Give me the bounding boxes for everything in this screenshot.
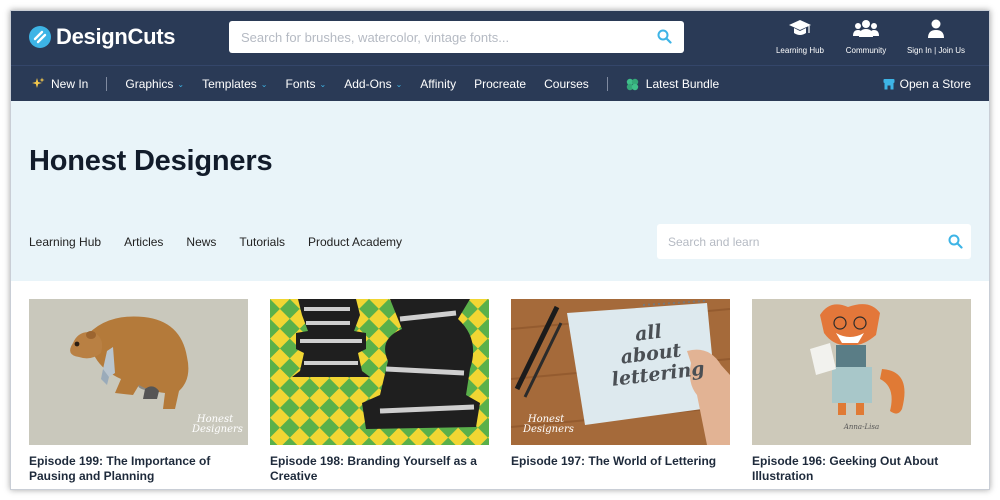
lettering-artwork-text: all about lettering: [610, 320, 706, 391]
header-icons: Learning Hub Community Sign In | Join Us: [767, 17, 973, 55]
episode-cards: Honest Designers Episode 199: The Import…: [29, 299, 971, 484]
subnav-news[interactable]: News: [186, 235, 216, 249]
learn-search-input[interactable]: [657, 224, 927, 259]
search-icon[interactable]: [657, 29, 672, 44]
episode-title[interactable]: Episode 199: The Importance of Pausing a…: [29, 454, 248, 484]
nav-divider: [106, 77, 108, 91]
nav-graphics-label: Graphics: [125, 77, 174, 91]
subnav-learning-hub[interactable]: Learning Hub: [29, 235, 101, 249]
fox-caption: Anna-Lisa: [843, 423, 880, 431]
episode-card[interactable]: all about lettering Honest Designers Epi…: [511, 299, 730, 484]
search-icon[interactable]: [948, 234, 963, 249]
nav-new-in[interactable]: New In: [31, 77, 88, 91]
browser-frame: DesignCuts Learning Hub: [10, 10, 990, 490]
nav-add-ons[interactable]: Add-Ons ⌄: [344, 77, 402, 91]
nav-affinity[interactable]: Affinity: [420, 77, 456, 91]
sub-nav: Learning Hub Articles News Tutorials Pro…: [29, 235, 425, 249]
nav-latest-bundle[interactable]: Latest Bundle: [626, 77, 719, 91]
episode-card[interactable]: Episode 198: Branding Yourself as a Crea…: [270, 299, 489, 484]
nav-divider: [606, 77, 608, 91]
honest-designers-watermark: Honest Designers: [192, 414, 243, 435]
subnav-articles[interactable]: Articles: [124, 235, 163, 249]
nav-latest-bundle-label: Latest Bundle: [645, 77, 720, 91]
chevron-down-icon: ⌄: [260, 79, 268, 89]
episode-title[interactable]: Episode 198: Branding Yourself as a Crea…: [270, 454, 489, 484]
subnav-product-academy[interactable]: Product Academy: [308, 235, 402, 249]
store-icon: [883, 79, 895, 90]
learn-search: [657, 224, 971, 259]
page-title: Honest Designers: [29, 145, 273, 177]
lettering-sketch-photo[interactable]: all about lettering Honest Designers: [511, 299, 730, 445]
nav-templates-label: Templates: [202, 77, 257, 91]
top-header: DesignCuts Learning Hub: [11, 11, 989, 65]
nav-items: New In Graphics ⌄ Templates ⌄ Fonts ⌄ Ad…: [31, 66, 737, 102]
nav-procreate[interactable]: Procreate: [474, 77, 526, 91]
designcuts-logo[interactable]: DesignCuts: [29, 24, 176, 50]
nav-procreate-label: Procreate: [474, 77, 527, 91]
episode-card[interactable]: Anna-Lisa Episode 196: Geeking Out About…: [752, 299, 971, 484]
chevron-down-icon: ⌄: [177, 79, 185, 89]
logo-icon: [29, 26, 51, 48]
learning-hub-link[interactable]: Learning Hub: [767, 17, 833, 55]
community-label: Community: [845, 46, 887, 55]
nav-fonts[interactable]: Fonts ⌄: [286, 77, 327, 91]
nav-graphics[interactable]: Graphics ⌄: [125, 77, 184, 91]
sign-in-label: Sign In | Join Us: [906, 46, 966, 55]
learning-hub-label: Learning Hub: [775, 46, 825, 55]
nav-courses[interactable]: Courses: [544, 77, 589, 91]
logo-text: DesignCuts: [56, 24, 176, 49]
nav-templates[interactable]: Templates ⌄: [202, 77, 267, 91]
episode-title[interactable]: Episode 196: Geeking Out About Illustrat…: [752, 454, 971, 484]
main-search: [229, 21, 684, 53]
chevron-down-icon: ⌄: [319, 79, 327, 89]
community-link[interactable]: Community: [833, 17, 899, 55]
bear-illustration[interactable]: Honest Designers: [29, 299, 248, 445]
main-search-input[interactable]: [229, 21, 629, 53]
nav-fonts-label: Fonts: [285, 77, 316, 91]
community-icon: [853, 17, 879, 41]
bundle-icon: [626, 78, 638, 90]
fox-illustration[interactable]: Anna-Lisa: [752, 299, 971, 445]
user-icon: [927, 17, 945, 41]
nav-courses-label: Courses: [544, 77, 589, 91]
chess-pieces-illustration[interactable]: [270, 299, 489, 445]
open-store-label: Open a Store: [899, 77, 971, 91]
nav-add-ons-label: Add-Ons: [344, 77, 392, 91]
main-nav: New In Graphics ⌄ Templates ⌄ Fonts ⌄ Ad…: [11, 65, 989, 102]
graduation-cap-icon: [788, 17, 812, 41]
nav-new-in-label: New In: [51, 77, 89, 91]
sparkle-icon: [32, 77, 45, 88]
episode-card[interactable]: Honest Designers Episode 199: The Import…: [29, 299, 248, 484]
chevron-down-icon: ⌄: [395, 79, 403, 89]
nav-affinity-label: Affinity: [420, 77, 457, 91]
subnav-tutorials[interactable]: Tutorials: [239, 235, 285, 249]
honest-designers-watermark: Honest Designers: [523, 414, 574, 435]
open-store-link[interactable]: Open a Store: [883, 66, 971, 102]
episode-title[interactable]: Episode 197: The World of Lettering: [511, 454, 730, 469]
sign-in-link[interactable]: Sign In | Join Us: [899, 17, 973, 55]
hero-section: Honest Designers Learning Hub Articles N…: [11, 101, 989, 281]
